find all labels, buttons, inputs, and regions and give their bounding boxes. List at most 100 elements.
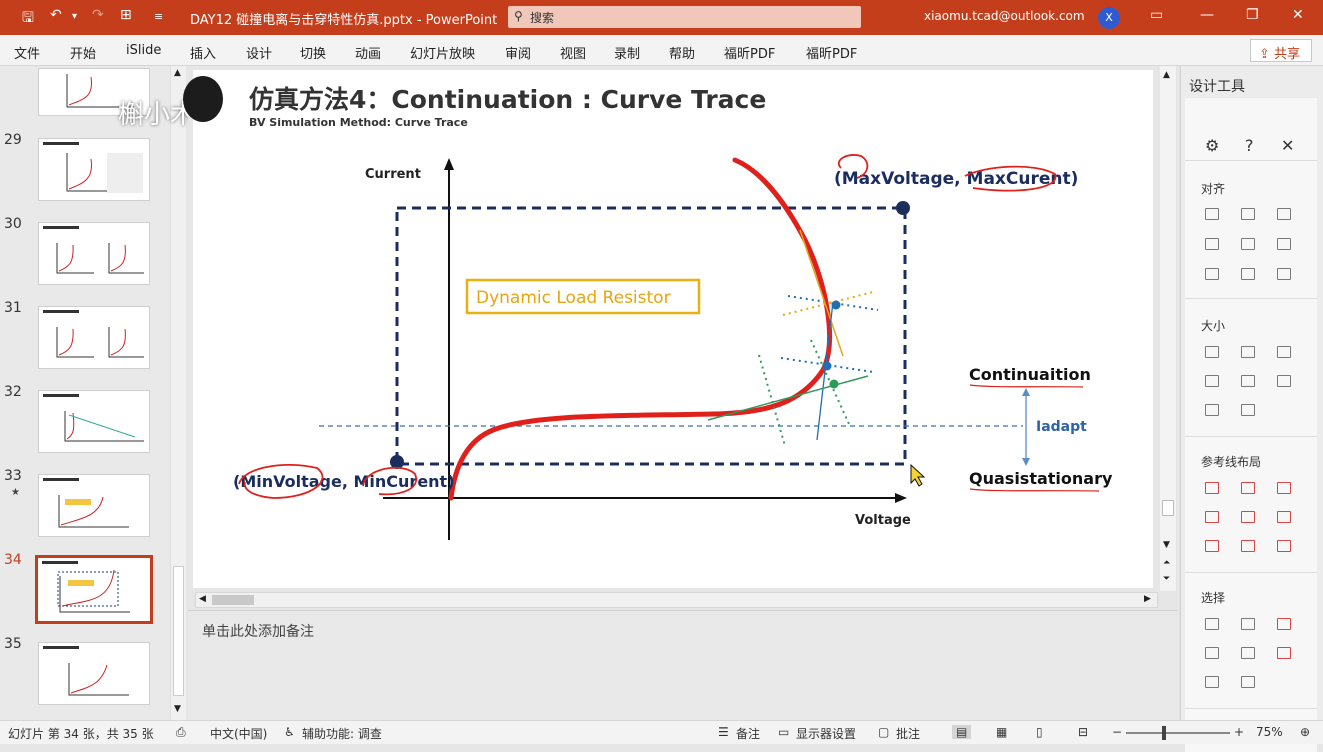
slideshow-icon[interactable]: ⊟ <box>1078 725 1088 739</box>
previous-slide-icon[interactable]: ⏶ <box>1163 558 1170 568</box>
slide[interactable]: 仿真方法4：Continuation : Curve Trace BV Simu… <box>183 70 1153 588</box>
select-bottom-icon[interactable] <box>1205 676 1219 688</box>
zoom-level[interactable]: 75% <box>1256 725 1283 739</box>
share-button[interactable]: ⇪ 共享 <box>1250 39 1312 62</box>
reading-view-icon[interactable]: ▯ <box>1036 725 1043 739</box>
select-middle-icon[interactable] <box>1241 647 1255 659</box>
language-indicator[interactable]: 中文(中国) <box>210 725 267 742</box>
align-bottom-icon[interactable] <box>1277 238 1291 250</box>
present-icon[interactable]: ⊞ <box>120 7 132 23</box>
scroll-up-icon[interactable]: ▲ <box>1163 70 1170 80</box>
slide-vertical-scrollbar[interactable]: ▲ ▼ ⏶ ⏷ <box>1160 66 1176 591</box>
slide-thumb-35[interactable] <box>38 642 150 705</box>
select-checked-icon[interactable] <box>1277 618 1291 630</box>
avatar[interactable]: X <box>1098 7 1120 29</box>
guide-bottom-icon[interactable] <box>1277 511 1291 523</box>
guide-fill-width-icon[interactable] <box>1205 540 1219 552</box>
restore-icon[interactable]: ❐ <box>1246 7 1259 23</box>
thumbnails-scroll-thumb[interactable] <box>173 566 184 696</box>
tab-transitions[interactable]: 切换 <box>300 43 326 62</box>
guide-left-icon[interactable] <box>1205 482 1219 494</box>
customize-qat-icon[interactable]: ≡ <box>154 10 163 23</box>
zoom-slider[interactable] <box>1126 732 1230 734</box>
align-center-icon[interactable] <box>1241 208 1255 220</box>
next-slide-icon[interactable]: ⏷ <box>1163 574 1170 584</box>
guide-center-v-icon[interactable] <box>1241 511 1255 523</box>
select-lower-icon[interactable] <box>1241 676 1255 688</box>
swap-size-icon[interactable] <box>1277 375 1291 387</box>
tab-home[interactable]: 开始 <box>70 43 96 62</box>
comments-toggle[interactable]: 批注 <box>896 725 920 742</box>
tab-help[interactable]: 帮助 <box>669 43 695 62</box>
close-pane-icon[interactable]: ✕ <box>1281 136 1294 155</box>
guide-right-icon[interactable] <box>1277 482 1291 494</box>
scroll-down-icon[interactable]: ▼ <box>1163 540 1170 550</box>
close-icon[interactable]: ✕ <box>1292 7 1304 23</box>
slide-horizontal-scrollbar[interactable]: ◀ ▶ <box>195 592 1158 608</box>
extend-top-icon[interactable] <box>1205 404 1219 416</box>
spellcheck-icon[interactable]: ⎙ <box>176 725 186 740</box>
ribbon-display-icon[interactable]: ▭ <box>1150 7 1163 23</box>
zoom-out-icon[interactable]: − <box>1112 725 1122 739</box>
fit-slide-icon[interactable]: ⊕ <box>1300 725 1310 739</box>
undo-icon[interactable]: ↶ <box>50 7 62 23</box>
slide-thumb-34-selected[interactable] <box>35 555 153 624</box>
tab-view[interactable]: 视图 <box>560 43 586 62</box>
tab-review[interactable]: 审阅 <box>505 43 531 62</box>
slide-thumb-33[interactable] <box>38 474 150 537</box>
settings-icon[interactable]: ⚙ <box>1205 136 1219 155</box>
extend-left-icon[interactable] <box>1205 375 1219 387</box>
guide-center-h-icon[interactable] <box>1241 482 1255 494</box>
slide-sorter-icon[interactable]: ▦ <box>996 725 1007 739</box>
slide-thumb-30[interactable] <box>38 222 150 285</box>
normal-view-icon[interactable]: ▤ <box>952 725 972 739</box>
same-width-icon[interactable] <box>1205 346 1219 358</box>
account-email[interactable]: xiaomu.tcad@outlook.com <box>924 9 1085 23</box>
select-same-icon[interactable] <box>1205 618 1219 630</box>
guide-fill-all-icon[interactable] <box>1277 540 1291 552</box>
undo-dropdown-icon[interactable]: ▾ <box>72 11 77 22</box>
accessibility-status[interactable]: 辅助功能: 调查 <box>302 725 382 742</box>
notes-icon[interactable]: ☰ <box>718 725 729 739</box>
tab-record[interactable]: 录制 <box>614 43 640 62</box>
comments-icon[interactable]: ▢ <box>878 725 889 739</box>
align-slide-icon[interactable] <box>1277 268 1291 280</box>
tab-foxit-pdf-2[interactable]: 福昕PDF <box>806 43 857 62</box>
tab-insert[interactable]: 插入 <box>190 43 216 62</box>
select-pointer-icon[interactable] <box>1277 647 1291 659</box>
tab-slideshow[interactable]: 幻灯片放映 <box>410 43 475 62</box>
same-size-icon[interactable] <box>1277 346 1291 358</box>
align-right-icon[interactable] <box>1277 208 1291 220</box>
save-icon[interactable]: 🖫 <box>22 7 34 31</box>
select-top-icon[interactable] <box>1205 647 1219 659</box>
slide-thumb-32[interactable] <box>38 390 150 453</box>
scroll-right-icon[interactable]: ▶ <box>1144 594 1151 604</box>
thumbnails-scrollbar[interactable]: ▲ ▼ <box>170 66 186 720</box>
slide-thumb-29[interactable] <box>38 138 150 201</box>
minimize-icon[interactable]: — <box>1200 7 1214 23</box>
display-settings-icon[interactable]: ▭ <box>778 725 789 739</box>
align-top-icon[interactable] <box>1205 238 1219 250</box>
redo-icon[interactable]: ↷ <box>92 7 104 23</box>
align-middle-icon[interactable] <box>1241 238 1255 250</box>
tab-design[interactable]: 设计 <box>246 43 272 62</box>
tab-islide[interactable]: iSlide <box>126 43 161 58</box>
scroll-up-icon[interactable]: ▲ <box>174 68 181 78</box>
guide-fill-height-icon[interactable] <box>1241 540 1255 552</box>
display-settings[interactable]: 显示器设置 <box>796 725 856 742</box>
tab-animations[interactable]: 动画 <box>355 43 381 62</box>
guide-top-icon[interactable] <box>1205 511 1219 523</box>
distribute-horizontal-icon[interactable] <box>1205 268 1219 280</box>
tab-file[interactable]: 文件 <box>14 43 40 62</box>
tab-foxit-pdf-1[interactable]: 福昕PDF <box>724 43 775 62</box>
zoom-in-icon[interactable]: + <box>1234 725 1244 739</box>
extend-right-icon[interactable] <box>1241 375 1255 387</box>
search-box[interactable]: ⚲ 搜索 <box>508 6 861 28</box>
horizontal-scroll-thumb[interactable] <box>212 595 254 605</box>
select-similar-icon[interactable] <box>1241 618 1255 630</box>
extend-bottom-icon[interactable] <box>1241 404 1255 416</box>
accessibility-icon[interactable]: ♿ <box>284 725 295 739</box>
notes-pane[interactable]: 单击此处添加备注 <box>188 610 1178 720</box>
slide-thumb-31[interactable] <box>38 306 150 369</box>
distribute-vertical-icon[interactable] <box>1241 268 1255 280</box>
